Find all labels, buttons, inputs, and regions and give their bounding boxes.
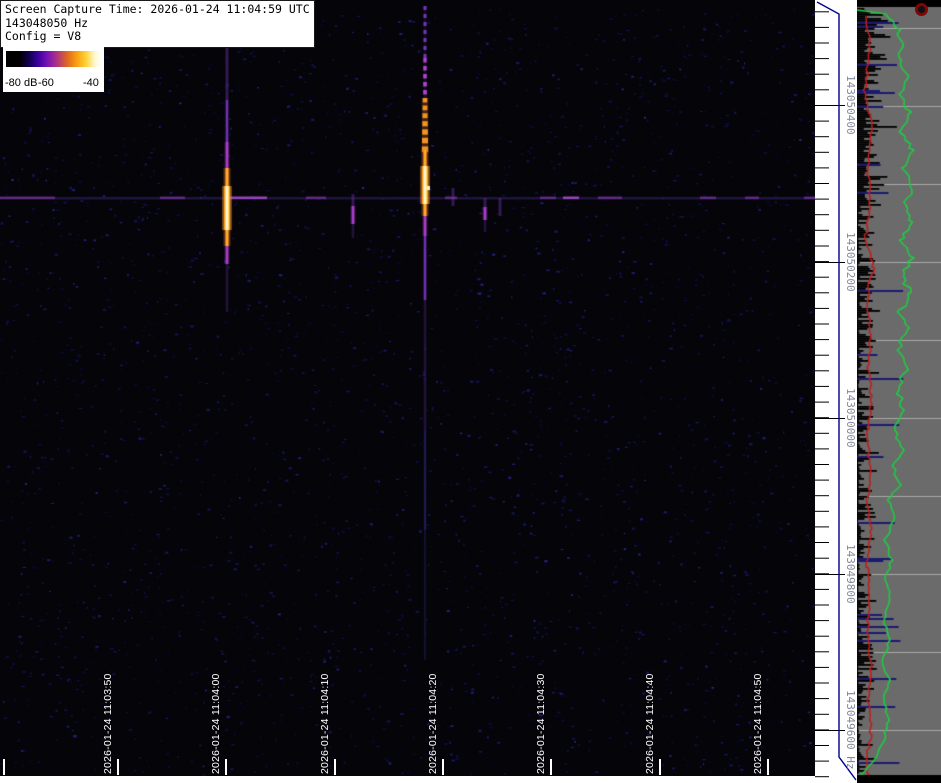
colorbar-ruler [6,68,101,77]
time-axis-label: 2026-01-24 11:04:50 [752,673,764,774]
time-axis-tick [442,759,444,775]
time-axis-label: 2026-01-24 11:04:00 [210,673,222,774]
capture-time-text: Screen Capture Time: 2026-01-24 11:04:59… [5,2,310,16]
db-mid-label: -60 [38,77,54,89]
colorbar-gradient [6,51,101,67]
time-axis-tick [767,759,769,775]
capture-info-box: Screen Capture Time: 2026-01-24 11:04:59… [0,0,315,48]
capture-frequency-text: 143048050 Hz [5,15,89,30]
time-axis-label: 2026-01-24 11:04:30 [535,673,547,774]
time-axis-tick [334,759,336,775]
time-axis-tick [117,759,119,775]
db-min-label: -80 dB [5,77,38,89]
frequency-axis-label: 143050000 [844,388,857,448]
time-axis-label: 2026-01-24 11:03:50 [102,673,114,774]
time-axis-baseline-strip [0,776,816,783]
spectrum-side-panel [857,0,941,783]
time-axis-tick [225,759,227,775]
spectrum-lab-screen-capture: 2026-01-24 11:03:50 2026-01-24 11:04:00 20… [0,0,941,783]
frequency-axis-label: 143050200 [844,232,857,292]
waterfall-spectrogram-canvas [0,0,816,776]
time-axis-label: 2026-01-24 11:04:20 [427,673,439,774]
time-axis-tick [3,759,5,775]
capture-config-text: Config = V8 [5,29,82,43]
frequency-axis-label: 143049800 [844,544,857,604]
frequency-axis-label: 143050400 [844,75,857,135]
db-max-label: -40 [83,77,99,89]
time-axis-label: 2026-01-24 11:04:40 [644,673,656,774]
time-axis-tick [550,759,552,775]
time-axis-label: 2026-01-24 11:04:10 [319,673,331,774]
time-axis-tick [659,759,661,775]
status-indicator-circle [915,3,928,16]
frequency-axis-label: 143049600 Hz [844,690,857,770]
intensity-scale-legend: -80 dB -60 -40 [3,46,104,92]
spectrum-graph-canvas [857,0,941,783]
